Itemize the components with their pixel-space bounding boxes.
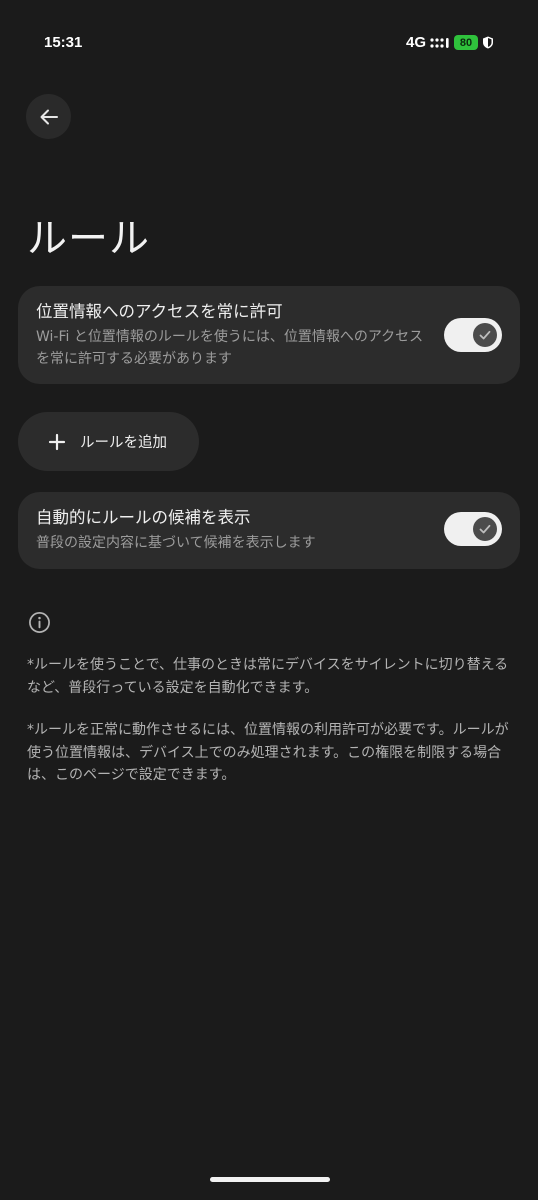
check-icon bbox=[479, 330, 491, 340]
network-type: 4G bbox=[405, 34, 426, 51]
rule-suggestions-description: 普段の設定内容に基づいて候補を表示します bbox=[36, 535, 316, 551]
rules-screen: 15:31 4G 80 ルール 位置情報へのアクセスを常に許可 Wi-Fi と位… bbox=[0, 0, 538, 1200]
location-access-description: Wi-Fi と位置情報のルールを使うには、位置情報へのアクセスを常に許可する必要… bbox=[36, 329, 424, 367]
location-access-title: 位置情報へのアクセスを常に許可 bbox=[36, 302, 283, 321]
status-bar: 15:31 4G 80 bbox=[0, 0, 538, 86]
status-icons: 4G 80 bbox=[406, 34, 494, 51]
signal-icon bbox=[430, 37, 449, 48]
page-title: ルール bbox=[27, 216, 150, 262]
home-indicator[interactable] bbox=[210, 1177, 330, 1182]
info-paragraph-location: *ルールを正常に動作させるには、位置情報の利用許可が必要です。ルールが使う位置情… bbox=[27, 722, 509, 783]
status-time: 15:31 bbox=[44, 34, 83, 51]
rule-suggestions-toggle[interactable] bbox=[444, 512, 502, 546]
back-button[interactable] bbox=[26, 94, 71, 139]
info-paragraph-automation: *ルールを使うことで、仕事のときは常にデバイスをサイレントに切り替えるなど、普段… bbox=[27, 657, 509, 696]
toggle-knob bbox=[473, 323, 497, 347]
add-rule-button[interactable]: ルールを追加 bbox=[18, 412, 199, 471]
battery-indicator: 80 bbox=[454, 35, 478, 50]
location-access-setting[interactable]: 位置情報へのアクセスを常に許可 Wi-Fi と位置情報のルールを使うには、位置情… bbox=[18, 286, 520, 384]
info-icon bbox=[29, 612, 50, 633]
rule-suggestions-title: 自動的にルールの候補を表示 bbox=[36, 508, 251, 527]
plus-icon bbox=[48, 433, 66, 450]
check-icon bbox=[479, 524, 491, 534]
arrow-left-icon bbox=[40, 109, 58, 124]
location-access-toggle[interactable] bbox=[444, 318, 502, 352]
toggle-knob bbox=[473, 517, 497, 541]
shield-icon bbox=[483, 36, 493, 49]
rule-suggestions-setting[interactable]: 自動的にルールの候補を表示 普段の設定内容に基づいて候補を表示します bbox=[18, 492, 520, 569]
add-rule-label: ルールを追加 bbox=[80, 435, 167, 451]
